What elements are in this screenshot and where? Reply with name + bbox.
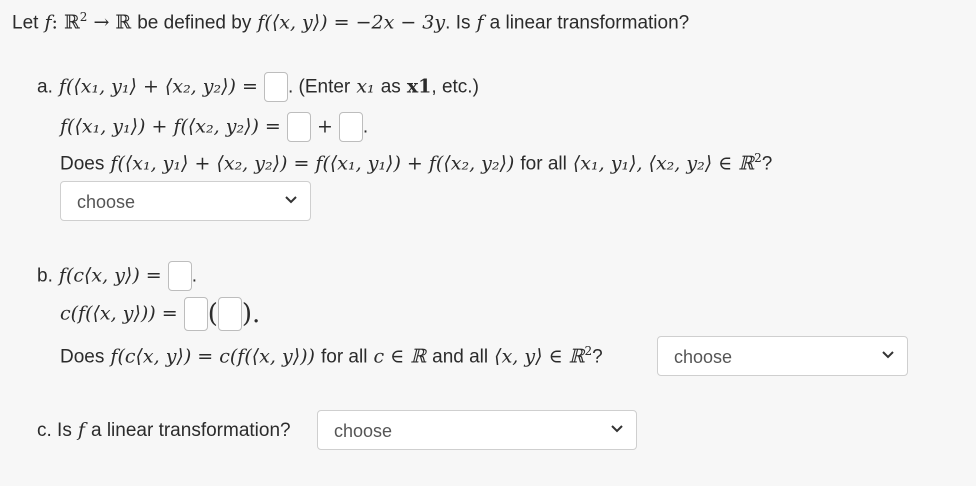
- hint-mid: as: [380, 76, 401, 98]
- part-b-expr2: c(f(⟨x, y⟩)) =: [60, 302, 178, 325]
- answer-a1-input[interactable]: [263, 72, 288, 102]
- part-a-select[interactable]: choose: [60, 181, 311, 221]
- part-a-line2: f(⟨x₁, y₁⟩) + f(⟨x₂, y₂⟩) = + .: [60, 112, 368, 142]
- and-all-text: and all: [432, 346, 489, 368]
- exp-2: 2: [79, 10, 88, 24]
- qmark: ?: [761, 153, 773, 175]
- part-c-label: c. Is: [37, 420, 72, 441]
- part-a-label: a.: [37, 76, 53, 98]
- hint-var: x₁: [356, 75, 375, 98]
- definition-expr: f(⟨x, y⟩) = −2x − 3y: [257, 11, 446, 34]
- answer-b1-input[interactable]: [167, 261, 192, 291]
- select-value: choose: [77, 192, 136, 212]
- hint-text: . (Enter: [287, 76, 351, 98]
- for-all-text: for all: [320, 346, 368, 368]
- xy-expr: ⟨x, y⟩ ∈ ℝ: [494, 345, 585, 368]
- for-all-text: for all: [520, 153, 567, 175]
- part-a-line1: a. f(⟨x₁, y₁⟩ + ⟨x₂, y₂⟩) = . (Enter x₁ …: [37, 72, 479, 102]
- chevron-down-icon: [611, 425, 623, 433]
- answer-b2-input[interactable]: [183, 297, 208, 331]
- f-symbol: f: [476, 11, 484, 34]
- part-a-expr2: f(⟨x₁, y₁⟩) + f(⟨x₂, y₂⟩) =: [60, 115, 281, 138]
- chevron-down-icon: [882, 351, 894, 359]
- part-b-label: b.: [37, 265, 53, 287]
- question-intro: Let f: ℝ2 → ℝ be defined by f(⟨x, y⟩) = …: [12, 10, 689, 34]
- intro-mid-text: be defined by: [137, 12, 252, 34]
- intro-q-text: . Is: [445, 12, 471, 34]
- part-c-line: c. Is f a linear transformation?: [37, 419, 291, 442]
- answer-b3-input[interactable]: [217, 297, 242, 331]
- answer-a3-input[interactable]: [338, 112, 363, 142]
- part-b-line2: c(f(⟨x, y⟩)) = ().: [60, 297, 260, 331]
- exp-2: 2: [584, 344, 593, 358]
- qmark: ?: [592, 346, 603, 368]
- part-b-line3: Does f(c⟨x, y⟩) = c(f(⟨x, y⟩)) for all c…: [60, 344, 603, 368]
- intro-text: Let: [12, 12, 39, 34]
- part-a-line3: Does f(⟨x₁, y₁⟩ + ⟨x₂, y₂⟩) = f(⟨x₁, y₁⟩…: [60, 151, 772, 175]
- paren-open: (: [207, 299, 218, 329]
- plus-sign: +: [316, 115, 333, 138]
- c-expr: c ∈ ℝ: [373, 345, 427, 368]
- codomain-expr: → ℝ: [93, 11, 132, 34]
- part-b-line1: b. f(c⟨x, y⟩) = .: [37, 261, 197, 291]
- does-text: Does: [60, 346, 105, 368]
- answer-a2-input[interactable]: [286, 112, 311, 142]
- part-b-expr1: f(c⟨x, y⟩) =: [58, 264, 162, 287]
- part-c-select[interactable]: choose: [317, 410, 637, 450]
- f-symbol: f: [77, 419, 85, 441]
- part-b-does-expr: f(c⟨x, y⟩) = c(f(⟨x, y⟩)): [110, 345, 315, 368]
- part-a-expr1: f(⟨x₁, y₁⟩ + ⟨x₂, y₂⟩) =: [58, 75, 258, 98]
- chevron-down-icon: [285, 196, 297, 204]
- part-b-select[interactable]: choose: [657, 336, 908, 376]
- part-c-text: a linear transformation?: [90, 420, 291, 441]
- select-value: choose: [334, 421, 393, 441]
- period: .: [191, 265, 198, 287]
- select-value: choose: [674, 347, 733, 367]
- hint-end: , etc.): [431, 76, 479, 98]
- f-symbol: f: [44, 11, 52, 34]
- part-a-does-expr: f(⟨x₁, y₁⟩ + ⟨x₂, y₂⟩) = f(⟨x₁, y₁⟩) + f…: [110, 152, 515, 175]
- period: .: [362, 116, 369, 138]
- exp-2: 2: [754, 151, 762, 165]
- intro-end-text: a linear transformation?: [489, 12, 690, 34]
- forall-expr: ⟨x₁, y₁⟩, ⟨x₂, y₂⟩ ∈ ℝ: [572, 152, 755, 175]
- does-text: Does: [60, 153, 105, 175]
- domain-expr: : ℝ: [51, 11, 80, 34]
- paren-close: ).: [241, 299, 261, 329]
- hint-code: x1: [406, 75, 432, 98]
